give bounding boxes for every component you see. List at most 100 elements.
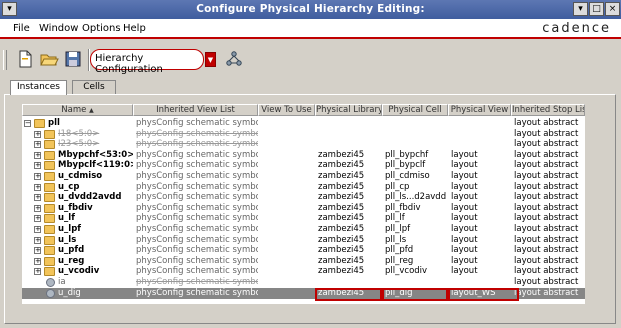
column-header-name[interactable]: Name ▲ <box>22 104 133 116</box>
cell-isl: layout abstract <box>514 224 579 234</box>
cell-isl: layout abstract <box>514 171 579 181</box>
instance-name: u_dig <box>58 287 81 298</box>
instance-name: u_pfd <box>58 245 85 256</box>
table-row[interactable]: + u_lf physConfig schematic symbol zambezi4… <box>22 213 585 224</box>
column-header-physical-view[interactable]: Physical View <box>448 104 511 116</box>
expand-icon[interactable]: + <box>34 215 41 223</box>
table-row[interactable]: + I23<5:0> physConfig schematic symbol layo… <box>22 139 585 150</box>
collapse-icon[interactable]: − <box>24 120 31 127</box>
chevron-down-icon[interactable]: ▼ <box>205 52 216 67</box>
cell-pcell: pll_pfd <box>385 245 414 256</box>
folder-icon <box>44 161 55 171</box>
cell-pview: layout <box>451 202 478 213</box>
column-header-view-to-use[interactable]: View To Use <box>258 104 315 116</box>
folder-icon <box>44 246 55 256</box>
column-header-inherited-stop-list[interactable]: Inherited Stop List <box>511 104 585 116</box>
cell-plib: zambezi45 <box>318 181 365 192</box>
cell-plib: zambezi45 <box>318 160 365 171</box>
menu-bar: File Window Options Help cadence <box>0 19 621 39</box>
cell-plib: zambezi45 <box>318 171 365 181</box>
window-title: Configure Physical Hierarchy Editing: <box>196 3 425 15</box>
expand-icon[interactable]: + <box>34 173 41 180</box>
hierarchy-table[interactable]: Name ▲ Inherited View List View To Use P… <box>22 104 585 304</box>
cell-ivl: physConfig schematic symbol <box>136 245 258 256</box>
folder-icon <box>44 267 55 277</box>
cell-ivl: physConfig schematic symbol <box>136 287 258 298</box>
column-header-physical-library[interactable]: Physical Library <box>315 104 382 116</box>
table-row[interactable]: + I18<5:0> physConfig schematic symbol layo… <box>22 129 585 140</box>
table-row[interactable]: + u_ls physConfig schematic symbol zambezi4… <box>22 235 585 246</box>
menu-help[interactable]: Help <box>123 23 146 34</box>
table-row[interactable]: + u_reg physConfig schematic symbol zambezi… <box>22 256 585 267</box>
expand-icon[interactable]: + <box>34 151 41 159</box>
instance-name: u_fbdiv <box>58 202 93 213</box>
maximize-button[interactable]: □ <box>589 2 604 16</box>
hierarchy-mode-combo[interactable]: Hierarchy Configuration <box>90 49 204 75</box>
instance-name: u_cp <box>58 181 80 192</box>
cell-pview: layout <box>451 160 478 171</box>
save-icon[interactable] <box>63 49 83 69</box>
open-icon[interactable] <box>39 49 59 69</box>
folder-icon <box>44 150 55 160</box>
cell-pcell: pll_lpf <box>385 224 411 234</box>
folder-icon <box>44 225 55 234</box>
table-row[interactable]: + u_lpf physConfig schematic symbol zambezi… <box>22 224 585 235</box>
instance-name: u_reg <box>58 255 85 266</box>
table-row[interactable]: + Mbypchf<53:0> physConfig schematic symbo… <box>22 150 585 161</box>
table-row[interactable]: + u_dvdd2avdd physConfig schematic symbol z… <box>22 192 585 203</box>
tab-cells[interactable]: Cells <box>72 80 116 94</box>
cell-isl: layout abstract <box>514 245 579 256</box>
cell-ivl: physConfig schematic symbol <box>136 171 258 181</box>
instance-name: u_lf <box>58 213 75 224</box>
table-row[interactable]: + Mbypclf<119:0> physConfig schematic symb… <box>22 160 585 171</box>
cell-ivl: physConfig schematic symbol <box>136 118 258 128</box>
cell-pview: layout <box>451 192 478 203</box>
table-row[interactable]: + u_cdmiso physConfig schematic symbol zamb… <box>22 171 585 182</box>
cell-isl: layout abstract <box>514 181 579 192</box>
new-icon[interactable] <box>15 49 35 69</box>
menu-window[interactable]: Window <box>39 23 78 34</box>
instance-name: u_lpf <box>58 224 81 234</box>
minimize-button[interactable]: ▾ <box>573 2 588 16</box>
cell-pcell: pll_bypchf <box>385 149 429 160</box>
folder-icon <box>44 256 55 266</box>
expand-icon[interactable]: + <box>34 257 41 265</box>
cell-ivl: physConfig schematic symbol <box>136 192 258 203</box>
expand-icon[interactable]: + <box>34 130 41 138</box>
cell-pview: layout <box>451 213 478 224</box>
table-row[interactable]: + u_cp physConfig schematic symbol zambezi4… <box>22 182 585 193</box>
expand-icon[interactable]: + <box>34 162 41 170</box>
table-row[interactable]: + u_vcodiv physConfig schematic symbol zamb… <box>22 266 585 277</box>
expand-icon[interactable]: + <box>34 226 41 233</box>
menu-options[interactable]: Options <box>82 23 121 34</box>
highlight-physical-cell <box>382 288 448 301</box>
cell-plib: zambezi45 <box>318 245 365 256</box>
cell-pcell: pll_fbdiv <box>385 202 421 213</box>
expand-icon[interactable]: + <box>34 236 41 244</box>
cell-plib: zambezi45 <box>318 224 365 234</box>
close-button[interactable]: × <box>605 2 620 16</box>
column-header-inherited-view-list[interactable]: Inherited View List <box>133 104 258 116</box>
expand-icon[interactable]: + <box>34 183 41 191</box>
expand-icon[interactable]: + <box>34 268 41 276</box>
column-header-physical-cell[interactable]: Physical Cell <box>382 104 448 116</box>
table-row[interactable]: ia physConfig schematic symbol layout abst… <box>22 277 585 288</box>
cell-plib: zambezi45 <box>318 234 365 245</box>
toolbar-grip[interactable] <box>3 50 7 70</box>
table-row[interactable]: + u_fbdiv physConfig schematic symbol zambe… <box>22 203 585 214</box>
expand-icon[interactable]: + <box>34 247 41 255</box>
cell-pview: layout <box>451 224 478 234</box>
menu-file[interactable]: File <box>13 23 30 34</box>
cell-isl: layout abstract <box>514 266 579 277</box>
expand-icon[interactable]: + <box>34 204 41 212</box>
table-row[interactable]: + u_pfd physConfig schematic symbol zambezi… <box>22 245 585 256</box>
highlight-physical-view <box>448 288 519 301</box>
expand-icon[interactable]: + <box>34 141 41 149</box>
expand-icon[interactable]: + <box>34 194 41 202</box>
table-row[interactable]: − pll physConfig schematic symbol layout ab… <box>22 118 585 129</box>
network-icon[interactable] <box>226 51 242 67</box>
tab-instances[interactable]: Instances <box>10 80 67 95</box>
cell-ivl: physConfig schematic symbol <box>136 139 258 150</box>
folder-icon <box>44 140 55 150</box>
cell-pview: layout <box>451 245 478 256</box>
